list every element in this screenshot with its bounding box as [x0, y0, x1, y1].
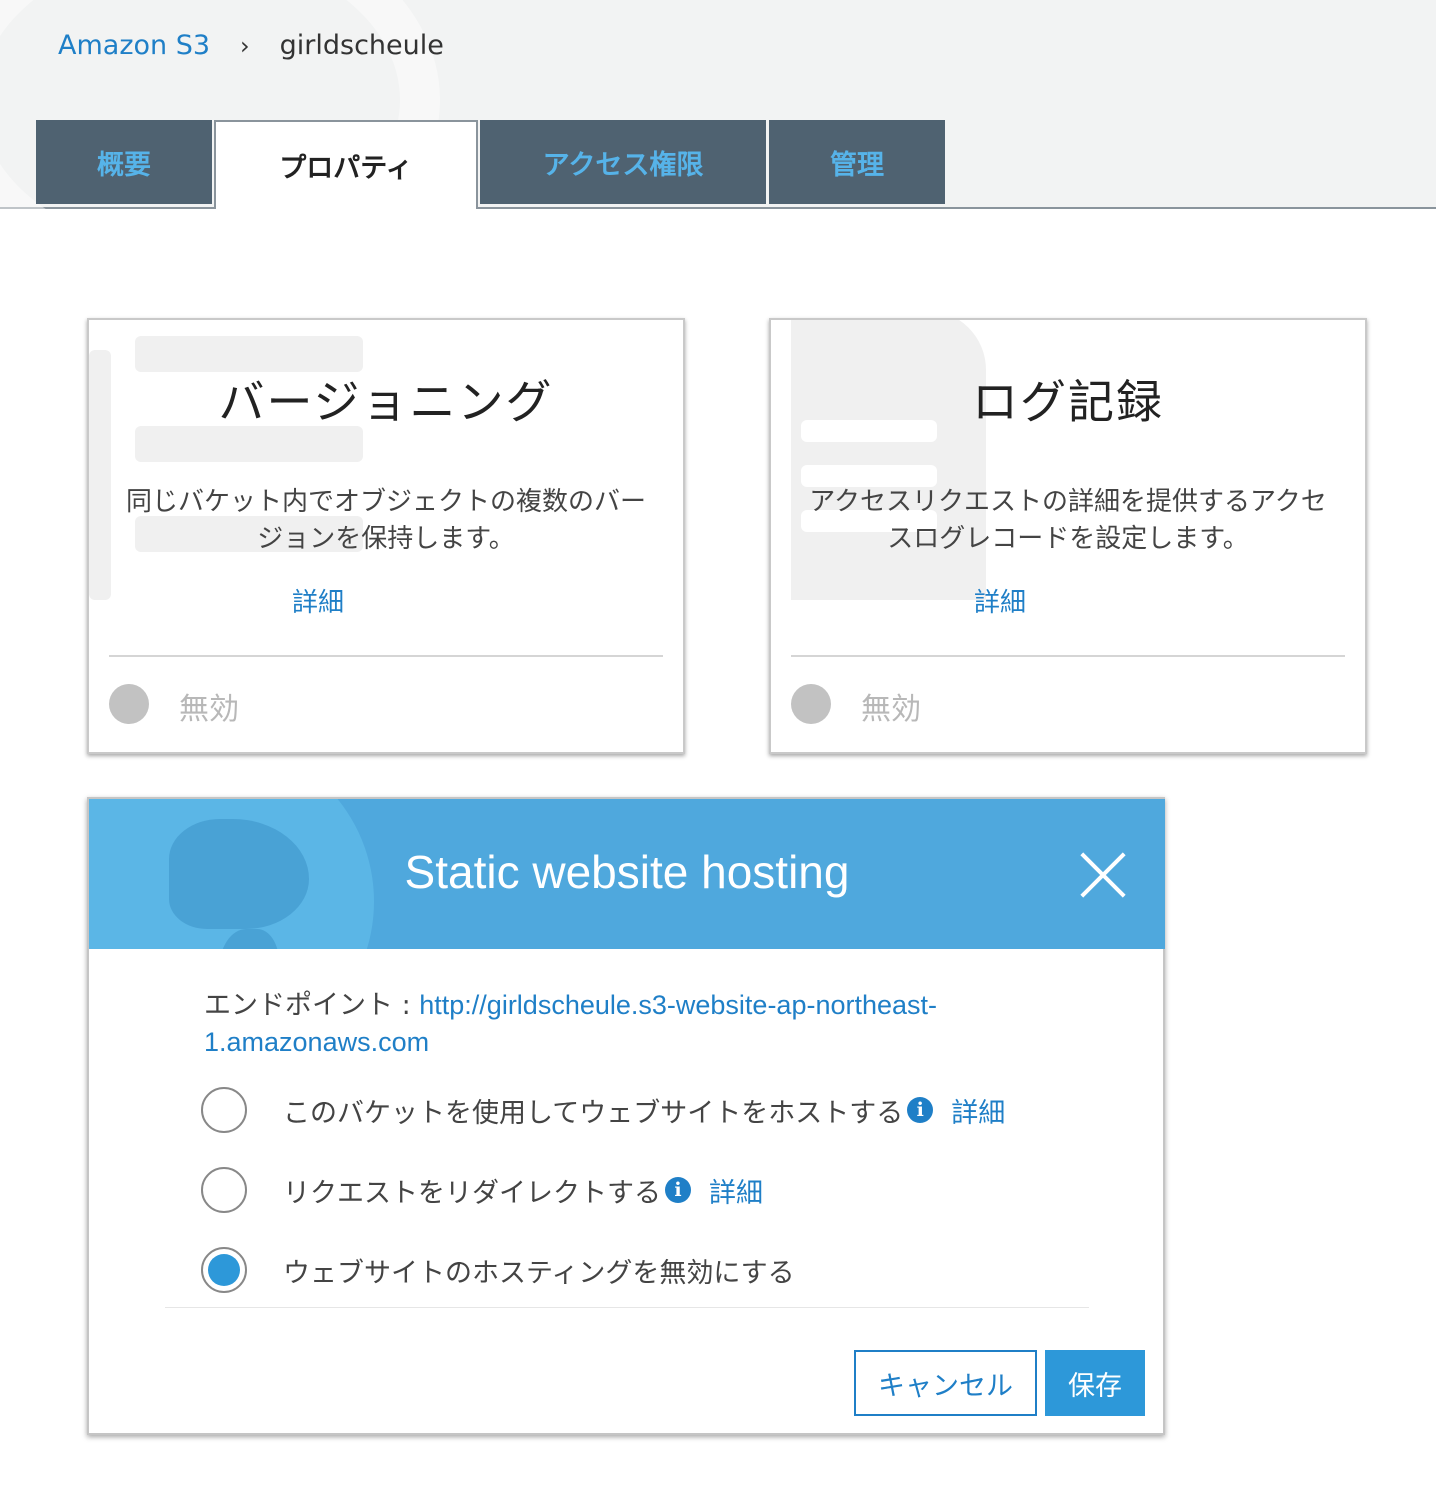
tab-label: 概要 — [97, 149, 151, 181]
tab-overview[interactable]: 概要 — [36, 120, 212, 204]
versioning-status-indicator[interactable] — [109, 684, 149, 724]
option-redirect-requests: リクエストをリダイレクトする i 詳細 — [201, 1167, 763, 1213]
panel-divider — [165, 1307, 1089, 1308]
tab-label: プロパティ — [279, 153, 413, 184]
option-label: リクエストをリダイレクトする — [283, 1177, 661, 1209]
panel-header: Static website hosting — [89, 799, 1165, 949]
tab-permissions[interactable]: アクセス権限 — [480, 120, 766, 204]
host-website-more-link[interactable]: 詳細 — [951, 1091, 1005, 1130]
versioning-status: 無効 — [179, 692, 239, 727]
versioning-title: バージョニング — [218, 375, 554, 429]
radio-host-website[interactable] — [201, 1087, 247, 1133]
endpoint-info: エンドポイント : http://girldscheule.s3-website… — [204, 987, 1004, 1061]
info-icon[interactable]: i — [665, 1177, 691, 1203]
option-label: ウェブサイトのホスティングを無効にする — [283, 1257, 795, 1289]
tab-properties[interactable]: プロパティ — [214, 120, 478, 209]
logging-status-indicator[interactable] — [791, 684, 831, 724]
logging-title: ログ記録 — [972, 375, 1164, 429]
versioning-card: バージョニング 同じバケット内でオブジェクトの複数のバージョンを保持します。 詳… — [87, 318, 685, 754]
option-host-website: このバケットを使用してウェブサイトをホストする i 詳細 — [201, 1087, 1005, 1133]
logging-more-link[interactable]: 詳細 — [974, 582, 1026, 619]
logging-card: ログ記録 アクセスリクエストの詳細を提供するアクセスログレコードを設定します。 … — [769, 318, 1367, 754]
chevron-right-icon: › — [240, 31, 250, 60]
info-icon[interactable]: i — [907, 1097, 934, 1123]
logging-status: 無効 — [861, 692, 921, 727]
breadcrumb-current-bucket: girldscheule — [279, 30, 444, 61]
static-website-hosting-panel: Static website hosting エンドポイント : http://… — [87, 797, 1165, 1435]
radio-redirect-requests[interactable] — [201, 1167, 247, 1213]
option-label: このバケットを使用してウェブサイトをホストする — [283, 1097, 904, 1129]
option-disable-hosting: ウェブサイトのホスティングを無効にする — [201, 1247, 795, 1293]
globe-land — [219, 929, 279, 949]
endpoint-label: エンドポイント : — [204, 990, 420, 1021]
redirect-more-link[interactable]: 詳細 — [709, 1171, 763, 1210]
cancel-button[interactable]: キャンセル — [854, 1350, 1037, 1416]
card-divider — [109, 655, 663, 657]
save-button[interactable]: 保存 — [1045, 1350, 1145, 1416]
tab-label: アクセス権限 — [542, 149, 704, 181]
versioning-more-link[interactable]: 詳細 — [292, 582, 344, 619]
logging-description: アクセスリクエストの詳細を提供するアクセスログレコードを設定します。 — [809, 487, 1327, 554]
panel-title: Static website hosting — [404, 846, 850, 898]
versioning-description: 同じバケット内でオブジェクトの複数のバージョンを保持します。 — [125, 487, 646, 554]
breadcrumb-amazon-s3-link[interactable]: Amazon S3 — [58, 30, 210, 61]
tab-management[interactable]: 管理 — [769, 120, 945, 204]
card-divider — [791, 655, 1345, 657]
radio-disable-hosting[interactable] — [201, 1247, 247, 1293]
close-icon[interactable] — [1077, 849, 1129, 901]
tab-label: 管理 — [830, 149, 884, 181]
breadcrumb: Amazon S3 › girldscheule — [58, 30, 444, 61]
